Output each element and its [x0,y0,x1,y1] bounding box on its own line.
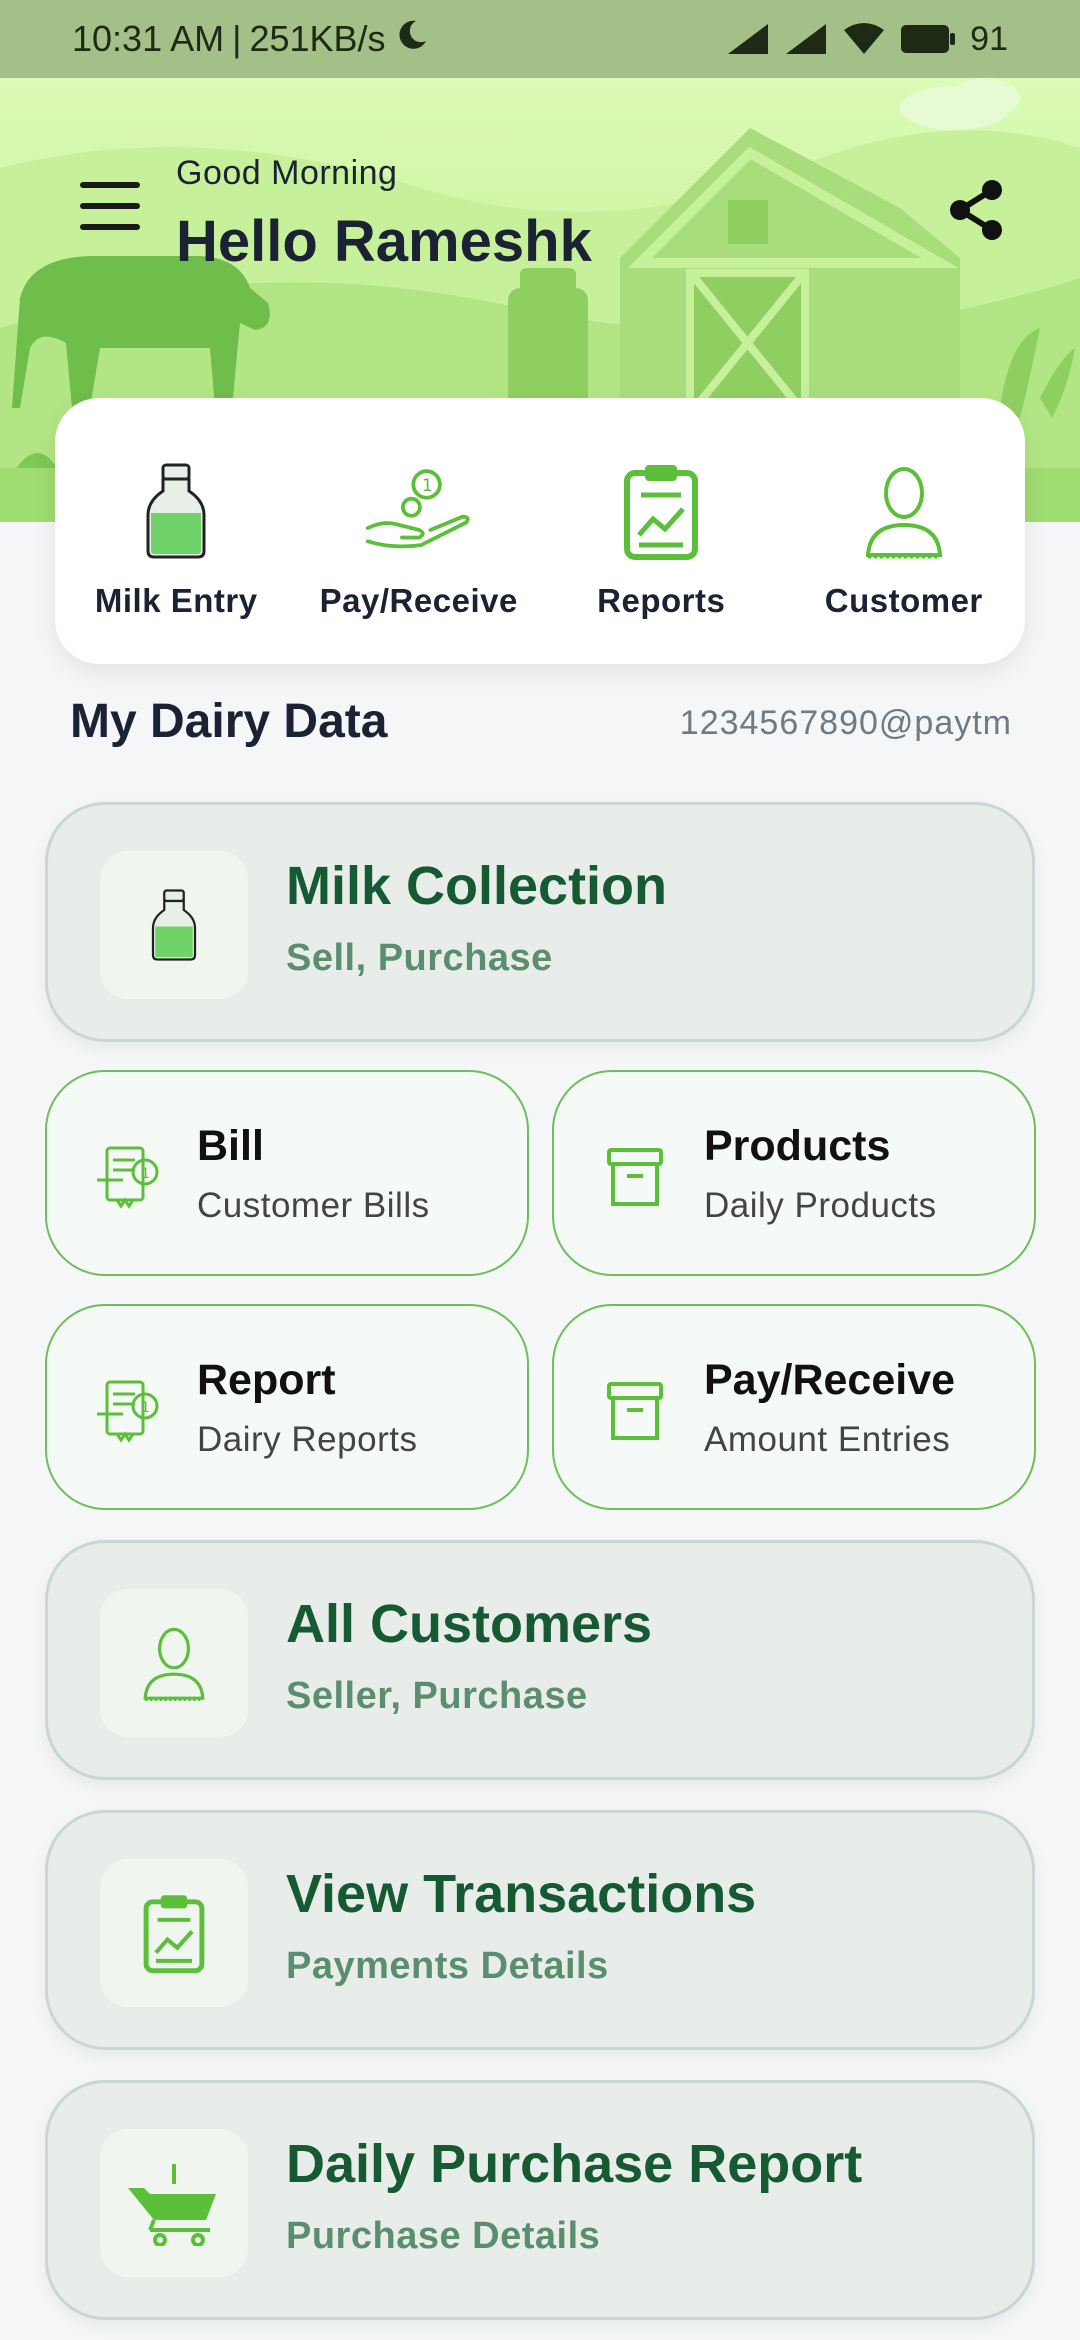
menu-button[interactable] [80,182,140,230]
quick-action-label: Customer [824,582,983,619]
card-title: Milk Collection [286,856,668,916]
moon-icon [394,17,430,62]
svg-text:1: 1 [141,1166,150,1182]
upi-id: 1234567890@paytm [679,704,1012,742]
quick-action-label: Pay/Receive [319,582,518,619]
clipboard-chart-icon [606,456,716,566]
quick-action-label: Reports [597,582,726,619]
share-icon [950,180,1002,240]
clipboard-chart-icon [100,1859,248,2007]
card-report[interactable]: 1 Report Dairy Reports [45,1304,529,1510]
status-time: 10:31 AM [72,18,225,59]
card-title: Report [197,1356,336,1404]
quick-action-milk-entry[interactable]: Milk Entry [61,456,291,620]
battery-level: 91 [970,19,1008,58]
wifi-icon [844,23,885,54]
card-subtitle: Dairy Reports [197,1420,418,1459]
person-icon [849,456,959,566]
greeting-text: Good Morning [176,154,398,192]
quick-action-pay-receive[interactable]: 1 Pay/Receive [304,456,534,620]
quick-action-customer[interactable]: Customer [789,456,1019,620]
section-title: My Dairy Data [70,695,388,748]
status-right: 91 [726,20,1008,59]
card-bill[interactable]: 1 Bill Customer Bills [45,1070,529,1276]
signal-icon [728,24,769,54]
status-bar: 10:31 AM | 251KB/s 91 [0,0,1080,78]
share-button[interactable] [940,174,1012,246]
user-greeting-name: Hello Rameshk [176,209,592,274]
receipt-icon: 1 [93,1376,163,1446]
quick-action-reports[interactable]: Reports [546,456,776,620]
card-subtitle: Seller, Purchase [286,1675,588,1717]
card-subtitle: Customer Bills [197,1186,430,1225]
signal-icon [786,24,827,54]
battery-icon [901,25,956,53]
card-subtitle: Daily Products [704,1186,937,1225]
card-title: Daily Purchase Report [286,2134,863,2194]
card-title: All Customers [286,1594,653,1654]
shopping-cart-icon [100,2129,248,2277]
card-subtitle: Purchase Details [286,2215,601,2257]
card-subtitle: Amount Entries [704,1420,951,1459]
card-pay-receive[interactable]: Pay/Receive Amount Entries [552,1304,1036,1510]
archive-box-icon [600,1142,670,1212]
person-icon [100,1589,248,1737]
card-all-customers[interactable]: All Customers Seller, Purchase [45,1540,1035,1780]
svg-text:1: 1 [422,476,433,496]
card-title: View Transactions [286,1864,757,1924]
hamburger-icon-bar [80,182,140,188]
hand-coin-icon: 1 [364,456,474,566]
card-subtitle: Payments Details [286,1945,609,1987]
card-title: Pay/Receive [704,1356,956,1404]
svg-text:1: 1 [141,1400,150,1416]
card-view-transactions[interactable]: View Transactions Payments Details [45,1810,1035,2050]
card-milk-collection[interactable]: Milk Collection Sell, Purchase [45,802,1035,1042]
status-left: 10:31 AM | 251KB/s [72,17,430,62]
card-products[interactable]: Products Daily Products [552,1070,1036,1276]
card-subtitle: Sell, Purchase [286,937,553,979]
milk-bottle-icon [100,851,248,999]
card-title: Bill [197,1122,264,1170]
card-title: Products [704,1122,891,1170]
card-daily-purchase-report[interactable]: Daily Purchase Report Purchase Details [45,2080,1035,2320]
milk-bottle-icon [121,456,231,566]
hamburger-icon-bar [80,224,140,230]
hamburger-icon-bar [80,203,140,209]
status-net-speed: 251KB/s [249,18,386,59]
quick-actions-card: Milk Entry 1 Pay/Receive Reports Custome… [55,398,1025,664]
receipt-icon: 1 [93,1142,163,1212]
status-separator: | [232,18,242,59]
archive-box-icon [600,1376,670,1446]
quick-action-label: Milk Entry [94,582,258,619]
